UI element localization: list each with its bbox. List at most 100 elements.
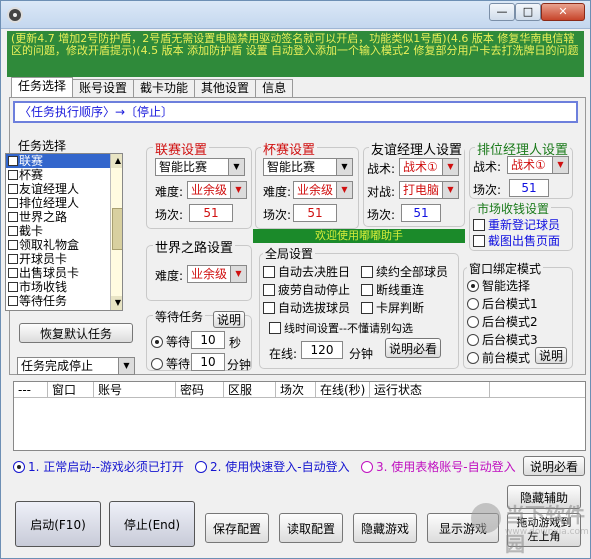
task-list[interactable]: 联赛 杯赛 友谊经理人 排位经理人 世界之路 截卡 领取礼物盒 开球员卡 出售球员卡 市场收钱 等待… xyxy=(5,153,123,311)
league-difficulty-select[interactable]: 业余级 ▼ xyxy=(187,181,247,199)
window-bind-option[interactable]: 后台模式2 xyxy=(467,313,538,330)
global-option-renew-all[interactable]: 续约全部球员 xyxy=(361,263,448,280)
start-button[interactable]: 启动(F10) xyxy=(15,501,101,547)
task-list-item[interactable]: 出售球员卡 xyxy=(6,266,122,280)
task-list-item[interactable]: 等待任务 xyxy=(6,294,122,308)
wait-seconds-radio[interactable]: 等待 xyxy=(151,333,190,350)
league-mode-select[interactable]: 智能比赛 ▼ xyxy=(155,158,245,176)
scroll-up-icon[interactable]: ▲ xyxy=(111,154,122,168)
window-bind-help-button[interactable]: 说明 xyxy=(535,347,567,364)
market-option-screenshot[interactable]: 截图出售页面 xyxy=(473,232,560,249)
checkbox-icon xyxy=(8,254,18,264)
friendly-rounds-label: 场次: xyxy=(367,208,396,222)
minutes-label: 分钟 xyxy=(349,347,374,361)
grid-column-header[interactable]: 区服 xyxy=(224,382,276,397)
cup-mode-select[interactable]: 智能比赛 ▼ xyxy=(263,158,353,176)
online-minutes-input[interactable]: 120 xyxy=(301,341,343,359)
world-road-difficulty-label: 难度: xyxy=(155,269,184,283)
global-option-auto-final[interactable]: 自动去决胜日 xyxy=(263,263,350,280)
grid-column-header[interactable]: 在线(秒) xyxy=(316,382,370,397)
window-bind-option[interactable]: 后台模式1 xyxy=(467,295,538,312)
wait-seconds-input[interactable]: 10 xyxy=(191,331,225,349)
login-mode-table[interactable]: 3. 使用表格账号-自动登入 xyxy=(361,458,516,475)
chevron-down-icon: ▼ xyxy=(228,159,244,175)
task-list-item[interactable]: 领取礼物盒 xyxy=(6,238,122,252)
market-option-reregister[interactable]: 重新登记球员 xyxy=(473,216,560,233)
task-list-item[interactable]: 市场收钱 xyxy=(6,280,122,294)
grid-column-header[interactable]: 密码 xyxy=(176,382,224,397)
radio-selected-icon xyxy=(151,336,163,348)
scroll-thumb[interactable] xyxy=(112,208,122,250)
tab-account[interactable]: 账号设置 xyxy=(72,79,135,97)
global-settings-title: 全局设置 xyxy=(263,245,316,262)
tab-bar: 任务选择 账号设置 截卡功能 其他设置 信息 xyxy=(11,77,294,97)
ranked-tactic-label: 战术: xyxy=(473,160,502,174)
grid-column-header[interactable]: --- xyxy=(14,382,48,397)
window-bind-option[interactable]: 前台模式 xyxy=(467,349,530,366)
window-bind-title: 窗口绑定模式 xyxy=(467,260,544,277)
global-option-reconnect[interactable]: 断线重连 xyxy=(361,281,424,298)
friendly-tactic-select[interactable]: 战术① ▼ xyxy=(399,158,459,176)
friendly-opponent-select[interactable]: 打电脑 ▼ xyxy=(399,181,459,199)
task-list-item[interactable]: 友谊经理人 xyxy=(6,182,122,196)
scroll-down-icon[interactable]: ▼ xyxy=(111,296,122,310)
wait-minutes-radio[interactable]: 等待 xyxy=(151,355,190,372)
grid-column-header[interactable]: 运行状态 xyxy=(370,382,490,397)
tab-info[interactable]: 信息 xyxy=(255,79,294,97)
close-button[interactable]: ✕ xyxy=(541,3,585,21)
task-list-scrollbar[interactable]: ▲ ▼ xyxy=(110,154,122,310)
wait-minutes-input[interactable]: 10 xyxy=(191,353,225,371)
task-list-item[interactable]: 世界之路 xyxy=(6,210,122,224)
radio-icon xyxy=(467,352,479,364)
stop-button[interactable]: 停止(End) xyxy=(109,501,195,547)
checkbox-icon xyxy=(473,219,485,231)
wait-task-help-button[interactable]: 说明 xyxy=(213,311,245,328)
after-complete-select[interactable]: 任务完成停止 ▼ xyxy=(17,357,135,375)
global-offline-option[interactable]: 线时间设置--不懂请别勾选 xyxy=(269,320,413,336)
cup-difficulty-select[interactable]: 业余级 ▼ xyxy=(293,181,353,199)
task-list-item[interactable]: 联赛 xyxy=(6,154,122,168)
hide-game-button[interactable]: 隐藏游戏 xyxy=(353,513,417,543)
ranked-tactic-select[interactable]: 战术① ▼ xyxy=(507,156,569,174)
friendly-tactic-label: 战术: xyxy=(367,162,396,176)
grid-column-header[interactable]: 窗口 xyxy=(48,382,94,397)
window-bind-option[interactable]: 智能选择 xyxy=(467,277,530,294)
minutes-unit: 分钟 xyxy=(227,358,252,372)
global-help-button[interactable]: 说明必看 xyxy=(385,338,441,358)
watermark-logo-icon xyxy=(471,503,501,533)
global-option-fatigue-stop[interactable]: 疲劳自动停止 xyxy=(263,281,350,298)
task-list-item[interactable]: 排位经理人 xyxy=(6,196,122,210)
cup-rounds-input[interactable]: 51 xyxy=(293,204,337,222)
checkbox-icon xyxy=(361,284,373,296)
app-logo-icon xyxy=(7,7,23,23)
minimize-button[interactable]: — xyxy=(489,3,515,21)
radio-icon xyxy=(361,461,373,473)
friendly-rounds-input[interactable]: 51 xyxy=(401,204,441,222)
grid-column-header[interactable]: 账号 xyxy=(94,382,176,397)
chevron-down-icon: ▼ xyxy=(230,266,246,282)
login-mode-normal[interactable]: 1. 正常启动--游戏必须已打开 xyxy=(13,458,184,475)
grid-column-header[interactable]: 场次 xyxy=(276,382,316,397)
save-config-button[interactable]: 保存配置 xyxy=(205,513,269,543)
tab-task-select[interactable]: 任务选择 xyxy=(11,77,74,97)
watermark-url: www.downxia.com xyxy=(505,527,589,537)
login-mode-quick[interactable]: 2. 使用快速登入-自动登入 xyxy=(195,458,350,475)
task-list-item[interactable]: 截卡 xyxy=(6,224,122,238)
chevron-down-icon: ▼ xyxy=(442,159,458,175)
tab-card-capture[interactable]: 截卡功能 xyxy=(133,79,196,97)
maximize-button[interactable]: □ xyxy=(515,3,541,21)
global-option-freeze-check[interactable]: 卡屏判断 xyxy=(361,299,424,316)
login-help-button[interactable]: 说明必看 xyxy=(523,456,585,476)
task-list-item[interactable]: 开球员卡 xyxy=(6,252,122,266)
task-list-item[interactable]: 杯赛 xyxy=(6,168,122,182)
tab-other-settings[interactable]: 其他设置 xyxy=(194,79,257,97)
ranked-rounds-input[interactable]: 51 xyxy=(509,179,549,197)
world-road-difficulty-select[interactable]: 业余级 ▼ xyxy=(187,265,247,283)
online-label: 在线: xyxy=(269,347,298,361)
account-grid[interactable]: --- 窗口 账号 密码 区服 场次 在线(秒) 运行状态 xyxy=(13,381,586,451)
window-bind-option[interactable]: 后台模式3 xyxy=(467,331,538,348)
global-option-auto-pick[interactable]: 自动选拔球员 xyxy=(263,299,350,316)
league-rounds-input[interactable]: 51 xyxy=(189,204,233,222)
restore-default-tasks-button[interactable]: 恢复默认任务 xyxy=(19,323,133,343)
load-config-button[interactable]: 读取配置 xyxy=(279,513,343,543)
